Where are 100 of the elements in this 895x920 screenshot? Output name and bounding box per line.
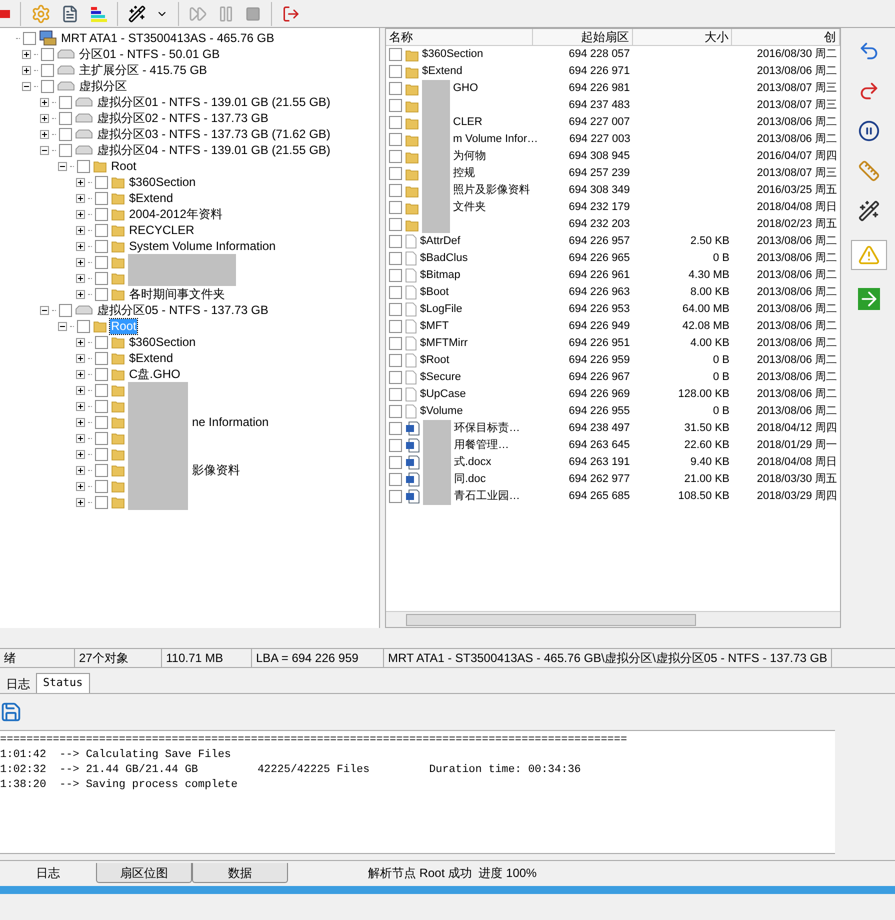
stop-icon[interactable] [245,6,261,22]
tree-item-label[interactable]: $360Section [128,334,197,350]
checkbox[interactable] [389,201,402,214]
tree-item-label[interactable]: $Extend [128,190,174,206]
tree-item-label[interactable]: ne Information [191,414,270,430]
tree-item-label[interactable]: 虚拟分区03 - NTFS - 137.73 GB (71.62 GB) [96,126,332,142]
tree-item-label[interactable]: 虚拟分区05 - NTFS - 137.73 GB [96,302,270,318]
save-icon[interactable] [0,701,22,723]
checkbox[interactable] [95,464,108,476]
checkbox[interactable] [23,32,36,44]
checkbox[interactable] [389,456,402,469]
checkbox[interactable] [389,337,402,350]
checkbox[interactable] [59,304,72,316]
tree-item-label[interactable]: Root [110,158,138,174]
horizontal-scrollbar[interactable] [386,611,840,627]
checkbox[interactable] [95,352,108,364]
tree-item-label[interactable]: 虚拟分区01 - NTFS - 139.01 GB (21.55 GB) [96,94,332,110]
expand-toggle[interactable] [76,274,85,282]
expand-toggle[interactable] [76,194,85,202]
expand-toggle[interactable] [76,402,85,410]
expand-toggle[interactable] [76,210,85,218]
checkbox[interactable] [95,448,108,460]
color-bars-icon[interactable] [89,6,107,22]
expand-toggle[interactable] [40,114,49,122]
checkbox[interactable] [95,240,108,252]
expand-toggle[interactable] [76,450,85,458]
checkbox[interactable] [389,405,402,418]
checkbox[interactable] [389,133,402,146]
checkbox[interactable] [95,496,108,508]
fast-forward-icon[interactable] [189,4,207,22]
wand-icon[interactable] [128,4,146,22]
expand-toggle[interactable] [76,466,85,474]
tree-item-label[interactable]: $Extend [128,350,174,366]
checkbox[interactable] [389,473,402,486]
expand-toggle[interactable] [76,482,85,490]
checkbox[interactable] [389,252,402,265]
tree-item-label[interactable]: 虚拟分区02 - NTFS - 137.73 GB [96,110,270,126]
tree-item-label[interactable]: C盘.GHO [128,366,182,382]
checkbox[interactable] [95,256,108,268]
expand-toggle[interactable] [22,66,31,74]
checkbox[interactable] [389,439,402,452]
tree-item-label[interactable]: RECYCLER [128,222,196,238]
checkbox[interactable] [389,82,402,95]
expand-toggle[interactable] [76,290,85,298]
checkbox[interactable] [95,480,108,492]
checkbox[interactable] [59,96,72,108]
expand-toggle[interactable] [76,178,85,186]
checkbox[interactable] [77,160,90,172]
tab[interactable]: Status [36,673,90,693]
document-icon[interactable] [61,4,79,22]
checkbox[interactable] [59,112,72,124]
tree-item-label[interactable]: System Volume Information [128,238,277,254]
checkbox[interactable] [389,388,402,401]
checkbox[interactable] [95,288,108,300]
checkbox[interactable] [95,224,108,236]
checkbox[interactable] [95,368,108,380]
checkbox[interactable] [389,320,402,333]
expand-toggle[interactable] [40,98,49,106]
scrollbar-thumb[interactable] [406,614,696,626]
column-header[interactable]: 创 [732,29,840,45]
tree-item-label[interactable]: 主扩展分区 - 415.75 GB [78,62,208,78]
checkbox[interactable] [389,235,402,248]
tab[interactable]: 扇区位图 [96,862,192,882]
checkbox[interactable] [95,176,108,188]
checkbox[interactable] [389,490,402,503]
checkbox[interactable] [95,336,108,348]
settings-icon[interactable] [31,4,51,24]
expand-toggle[interactable] [76,498,85,506]
expand-toggle[interactable] [76,386,85,394]
exit-icon[interactable] [282,4,300,22]
tree-item-label[interactable]: 虚拟分区04 - NTFS - 139.01 GB (21.55 GB) [96,142,332,158]
checkbox[interactable] [389,184,402,197]
checkbox[interactable] [389,269,402,282]
checkbox[interactable] [41,80,54,92]
tree-item-label[interactable]: 2004-2012年资料 [128,206,224,222]
checkbox[interactable] [95,192,108,204]
checkbox[interactable] [59,128,72,140]
checkbox[interactable] [95,208,108,220]
checkbox[interactable] [389,167,402,180]
expand-toggle[interactable] [76,434,85,442]
checkbox[interactable] [389,422,402,435]
checkbox[interactable] [389,218,402,231]
tree-item-label[interactable]: 影像资料 [191,462,241,478]
checkbox[interactable] [59,144,72,156]
column-header[interactable]: 名称 [386,29,534,45]
checkbox[interactable] [389,303,402,316]
checkbox[interactable] [95,400,108,412]
expand-toggle[interactable] [40,130,49,138]
column-header[interactable]: 起始扇区 [533,29,633,45]
tree-item-label[interactable]: 各时期间事文件夹 [128,286,226,302]
checkbox[interactable] [389,286,402,299]
checkbox[interactable] [389,65,402,78]
checkbox[interactable] [95,432,108,444]
tree-item-label[interactable]: 虚拟分区 [78,78,128,94]
checkbox[interactable] [389,150,402,163]
checkbox[interactable] [389,116,402,129]
expand-toggle[interactable] [76,338,85,346]
expand-toggle[interactable] [76,418,85,426]
expand-toggle[interactable] [76,370,85,378]
checkbox[interactable] [41,48,54,60]
